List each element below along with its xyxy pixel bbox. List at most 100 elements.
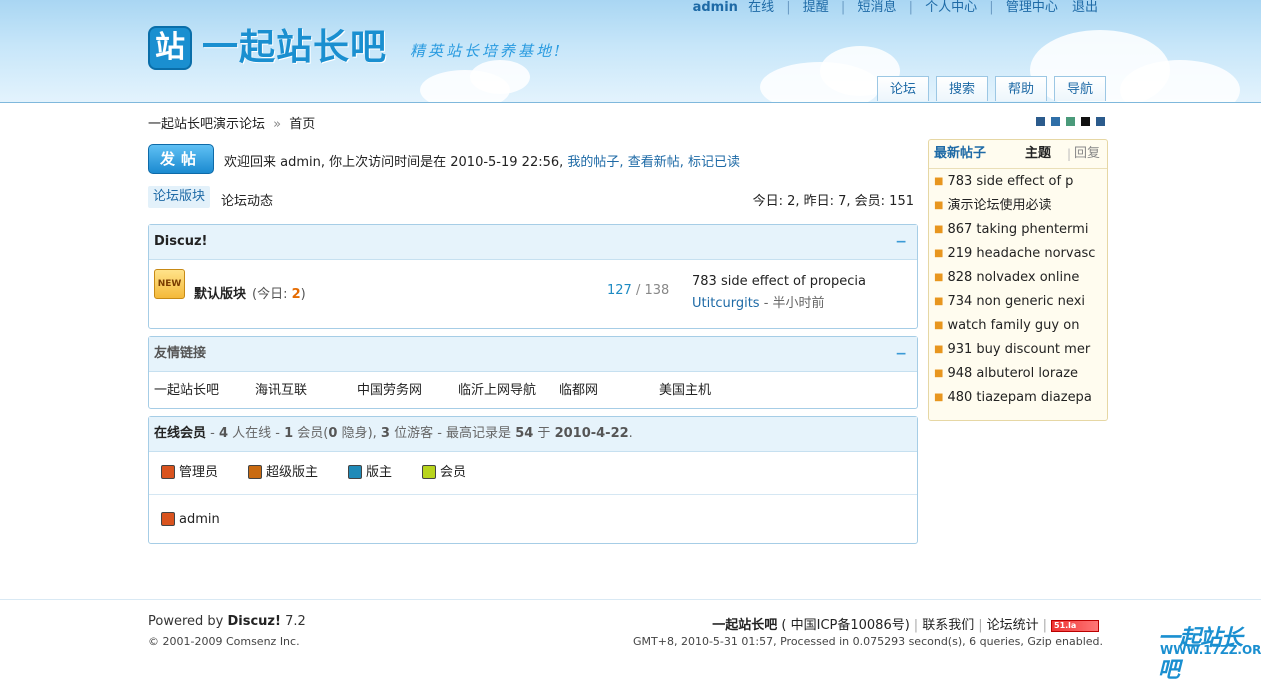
sidebar-header: 最新帖子 主题 | 回复 [929,140,1107,169]
server-info: GMT+8, 2010-5-31 01:57, Processed in 0.0… [633,635,1103,648]
forum-category-box: Discuz! − NEW 默认版块 (今日: 2) 127 / 138 783… [148,224,918,329]
today-suffix: ) [300,287,306,302]
list-item[interactable]: ■ 948 albuterol loraze [934,366,1106,390]
nav-tab-help[interactable]: 帮助 [995,76,1047,101]
member-count: 1 [284,426,294,441]
summary-part: 位游客 - 最高记录是 [389,426,516,441]
post-title[interactable]: 948 albuterol loraze [947,366,1078,381]
friend-link[interactable]: 海讯互联 [255,379,307,398]
logo-text[interactable]: 一起站长吧 [202,26,387,70]
logout-link[interactable]: 退出 [1072,0,1098,15]
divider: | [989,0,994,15]
category-title[interactable]: Discuz! [154,234,207,249]
powered-version: 7.2 [280,614,306,629]
friend-link[interactable]: 临沂上网导航 [458,379,536,398]
nav-tab-forum[interactable]: 论坛 [877,76,929,101]
bullet-icon: ■ [934,320,944,331]
record-count: 54 [515,426,534,441]
summary-part: 人在线 - [228,426,285,441]
latest-posts-sidebar: 最新帖子 主题 | 回复 ■ 783 side effect of p ■ 演示论坛… [928,139,1108,421]
admin-center-link[interactable]: 管理中心 [1006,0,1058,15]
friend-link[interactable]: 美国主机 [659,379,711,398]
sidebar-tab-replies[interactable]: 回复 [1074,140,1100,168]
footer-site-link[interactable]: 一起站长吧 [712,618,777,633]
online-user-link[interactable]: admin [179,512,220,527]
bullet-icon: ■ [934,272,944,283]
category-header: Discuz! − [149,225,917,260]
list-item[interactable]: ■ 734 non generic nexi [934,294,1106,318]
profile-link[interactable]: 个人中心 [925,0,977,15]
post-title[interactable]: 734 non generic nexi [947,294,1085,309]
statistics-link[interactable]: 论坛统计 [987,618,1039,633]
51la-stats-badge[interactable]: 51.la [1051,620,1099,632]
post-title[interactable]: 828 nolvadex online [947,270,1079,285]
online-status[interactable]: 在线 [748,0,774,15]
messages-link[interactable]: 短消息 [857,0,896,15]
last-post-time: - 半小时前 [759,296,825,311]
post-title[interactable]: watch family guy on [947,318,1079,333]
post-title[interactable]: 931 buy discount mer [947,342,1090,357]
summary-part: . [628,426,633,441]
collapse-icon[interactable]: − [895,225,907,259]
friend-link[interactable]: 中国劳务网 [357,379,422,398]
post-title[interactable]: 演示论坛使用必读 [947,198,1051,213]
list-item[interactable]: ■ 480 tiazepam diazepa [934,390,1106,414]
friend-links-header: 友情链接 − [149,337,917,372]
style-swatch[interactable] [1036,117,1045,126]
bullet-icon: ■ [934,368,944,379]
logo-icon[interactable]: 站 [148,26,192,70]
breadcrumb-site-link[interactable]: 一起站长吧演示论坛 [148,117,265,132]
bullet-icon: ■ [934,344,944,355]
tab-forum-sections[interactable]: 论坛版块 [148,186,210,208]
username-link[interactable]: admin [693,0,738,15]
list-item[interactable]: ■ watch family guy on [934,318,1106,342]
contact-link[interactable]: 联系我们 [922,618,974,633]
post-title[interactable]: 480 tiazepam diazepa [947,390,1091,405]
friend-link[interactable]: 一起站长吧 [154,379,219,398]
post-title[interactable]: 867 taking phentermi [947,222,1088,237]
nav-tab-navigation[interactable]: 导航 [1054,76,1106,101]
mark-read-link[interactable]: 标记已读 [688,155,740,170]
tab-forum-activity[interactable]: 论坛动态 [221,190,273,209]
list-item[interactable]: ■ 867 taking phentermi [934,222,1106,246]
guest-count: 3 [380,426,390,441]
online-title[interactable]: 在线会员 [154,426,206,441]
friend-links-box: 友情链接 − 一起站长吧 海讯互联 中国劳务网 临沂上网导航 临都网 美国主机 [148,336,918,409]
forum-name-link[interactable]: 默认版块 [194,283,246,302]
view-new-posts-link[interactable]: 查看新帖, [628,155,684,170]
icp-number[interactable]: ( 中国ICP备10086号) [781,618,909,633]
nav-tab-search[interactable]: 搜索 [936,76,988,101]
post-count: 138 [644,283,670,298]
last-post-meta: Utitcurgits - 半小时前 [692,292,825,311]
style-swatch[interactable] [1066,117,1075,126]
style-swatch[interactable] [1096,117,1105,126]
bullet-icon: ■ [934,296,944,307]
last-post-author-link[interactable]: Utitcurgits [692,296,760,311]
list-item[interactable]: ■ 演示论坛使用必读 [934,198,1106,222]
post-title[interactable]: 783 side effect of p [947,174,1073,189]
style-swatch[interactable] [1051,117,1060,126]
site-header: 站 一起站长吧 精英站长培养基地! admin 在线 | 提醒 | 短消息 | … [0,0,1261,103]
breadcrumb: 一起站长吧演示论坛 » 首页 [148,113,315,132]
reminders-link[interactable]: 提醒 [803,0,829,15]
breadcrumb-arrow: » [273,117,282,132]
collapse-icon[interactable]: − [895,337,907,371]
list-item[interactable]: ■ 219 headache norvasc [934,246,1106,270]
new-post-button[interactable]: 发帖 [148,144,214,174]
counts-separator: / [631,283,645,298]
forum-today-count: (今日: 2) [252,283,306,302]
forum-counts: 127 / 138 [607,283,669,298]
post-title[interactable]: 219 headache norvasc [947,246,1095,261]
online-summary: - 4 人在线 - 1 会员(0 隐身), 3 位游客 - 最高记录是 54 于… [206,426,633,441]
last-post-link[interactable]: 783 side effect of propecia [692,274,866,289]
breadcrumb-current: 首页 [289,117,316,132]
my-posts-link[interactable]: 我的帖子, [567,155,623,170]
list-item[interactable]: ■ 931 buy discount mer [934,342,1106,366]
style-swatch[interactable] [1081,117,1090,126]
discuz-link[interactable]: Discuz! [227,614,280,629]
divider: | [840,0,846,15]
friend-link[interactable]: 临都网 [559,379,598,398]
list-item[interactable]: ■ 828 nolvadex online [934,270,1106,294]
list-item[interactable]: ■ 783 side effect of p [934,174,1106,198]
sidebar-tab-topics[interactable]: 主题 [1025,140,1051,168]
